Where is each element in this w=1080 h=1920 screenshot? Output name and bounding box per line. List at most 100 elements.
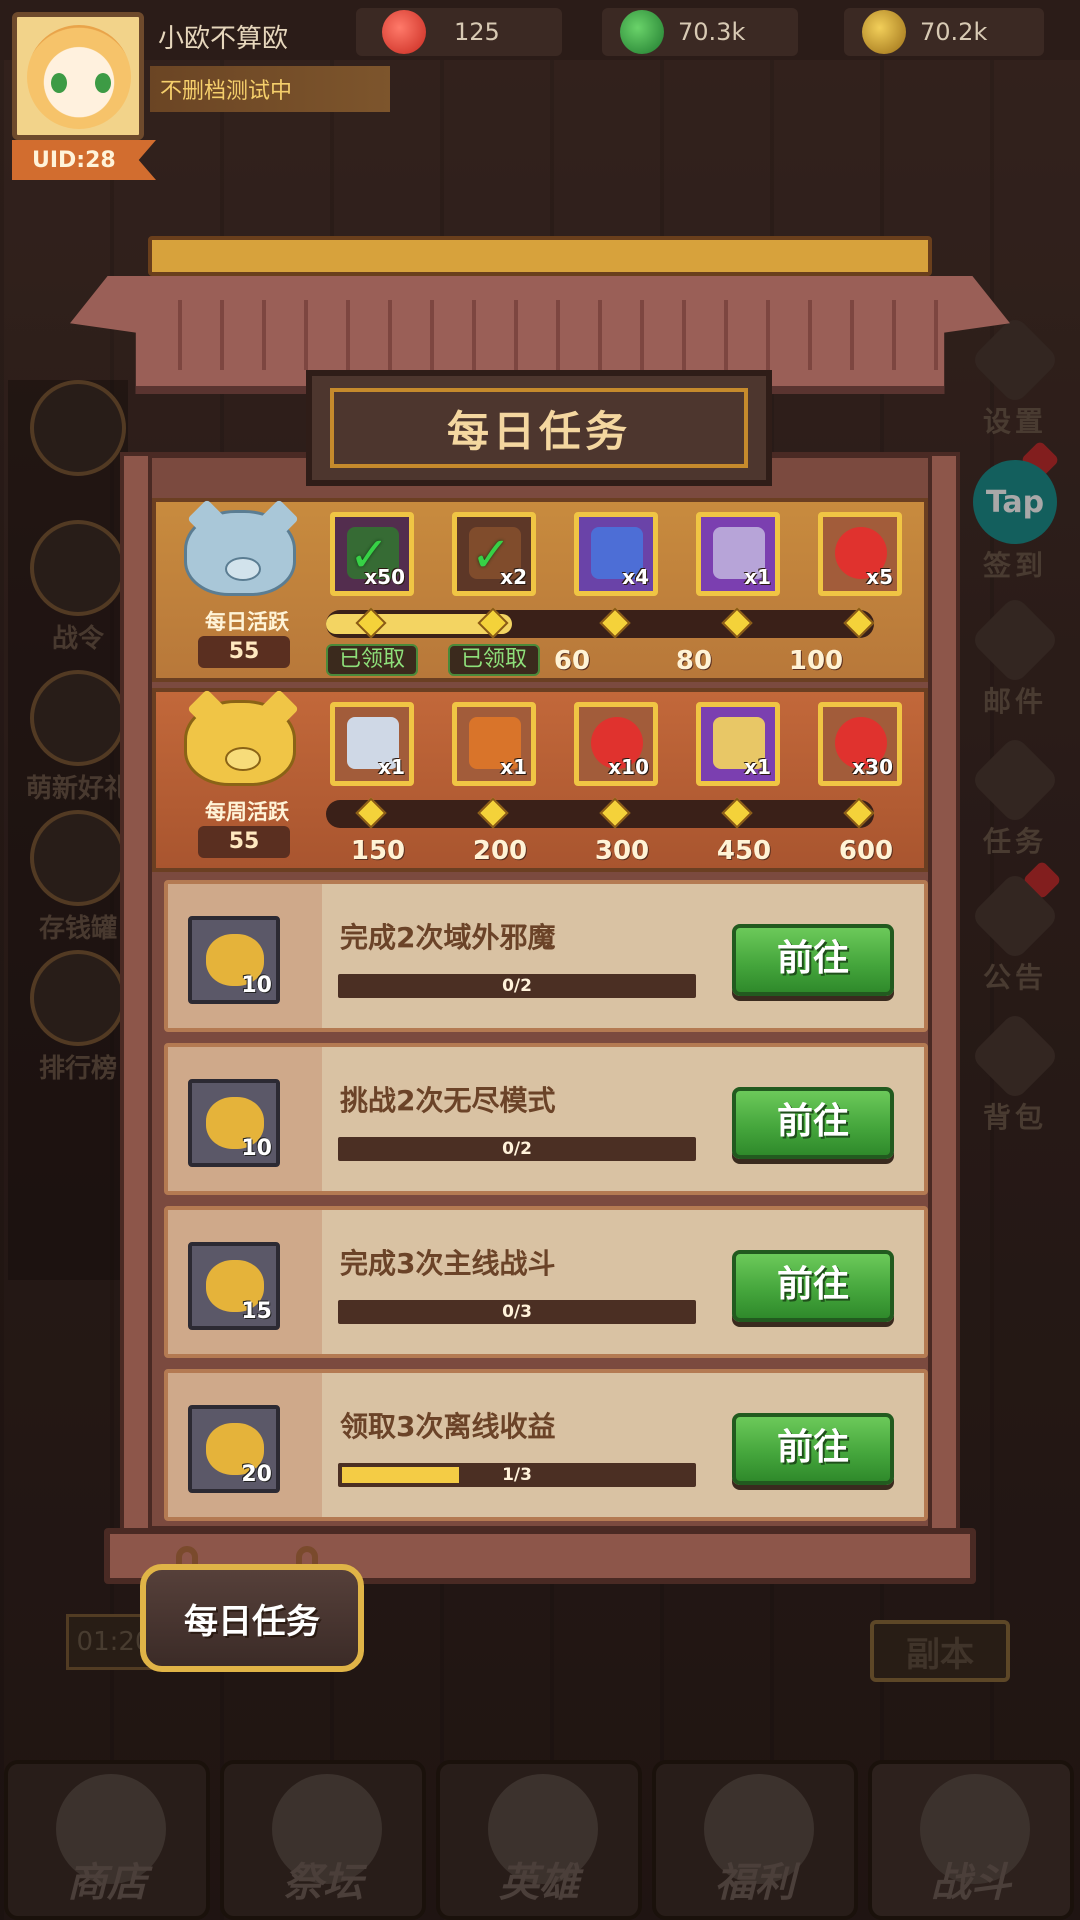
go-button[interactable]: 前往 [732, 1250, 894, 1322]
reward-count: x4 [622, 565, 649, 589]
task-row: 10 完成2次域外邪魔 0/2 前往 [164, 880, 928, 1032]
pig-snout [225, 747, 261, 771]
reward-count: x5 [866, 565, 893, 589]
daily-reward-slot[interactable]: ✓ x2 [452, 512, 536, 596]
gold-coin-icon [862, 10, 906, 54]
task-reward-slot: 10 [188, 1079, 280, 1167]
go-button[interactable]: 前往 [732, 1413, 894, 1485]
task-reward-area: 15 [168, 1210, 322, 1354]
avatar[interactable] [12, 12, 144, 140]
resource-gold-coin[interactable]: 70.2k [844, 8, 1044, 56]
milestone-diamond-icon [599, 797, 631, 829]
panel-title-board: 每日任务 [306, 370, 772, 486]
milestone-value: 300 [594, 836, 650, 866]
reward-count: x1 [500, 755, 527, 779]
task-reward-slot: 10 [188, 916, 280, 1004]
milestone-diamond-icon [599, 607, 631, 639]
task-title: 领取3次离线收益 [340, 1410, 556, 1443]
daily-task-sign-label: 每日任务 [184, 1601, 320, 1642]
avatar-portrait [27, 25, 131, 129]
daily-reward-slot[interactable]: x4 [574, 512, 658, 596]
milestone-value: 600 [838, 836, 894, 866]
weekly-progress-bar [326, 797, 875, 829]
daily-activity-value: 55 [198, 636, 290, 668]
task-reward-area: 10 [168, 1047, 322, 1191]
panel-title: 每日任务 [446, 406, 631, 456]
reward-count: x30 [852, 755, 893, 779]
milestone-diamond-icon [721, 797, 753, 829]
apple-icon [382, 10, 426, 54]
pig-ear [259, 689, 299, 729]
player-name: 小欧不算欧 [158, 24, 289, 54]
milestone-value: 150 [350, 836, 406, 866]
milestone-value: 200 [472, 836, 528, 866]
weekly-reward-slot[interactable]: x30 [818, 702, 902, 786]
weekly-reward-slot[interactable]: x1 [452, 702, 536, 786]
task-progress-bar: 0/3 [338, 1300, 696, 1324]
avatar-eye [95, 73, 111, 93]
reward-count: x50 [364, 565, 405, 589]
reward-count: x1 [378, 755, 405, 779]
milestone-value: 100 [788, 646, 844, 676]
claimed-tag: 已领取 [326, 644, 418, 676]
go-button[interactable]: 前往 [732, 1087, 894, 1159]
pig-ear [259, 499, 299, 539]
weekly-reward-slot[interactable]: x1 [330, 702, 414, 786]
task-row: 20 领取3次离线收益 1/3 前往 [164, 1369, 928, 1521]
panel-pillar-left [120, 452, 152, 1532]
task-progress-text: 0/2 [502, 1139, 532, 1159]
roof-tiles [140, 300, 940, 370]
task-row: 15 完成3次主线战斗 0/3 前往 [164, 1206, 928, 1358]
reward-count: x1 [744, 565, 771, 589]
resource-value: 125 [454, 18, 500, 46]
player-tag: 不删档测试中 [150, 66, 390, 112]
task-progress-bar: 0/2 [338, 974, 696, 998]
task-reward-slot: 20 [188, 1405, 280, 1493]
go-button[interactable]: 前往 [732, 924, 894, 996]
milestone-diamond-icon [477, 797, 509, 829]
milestone-diamond-icon [843, 607, 875, 639]
daily-reward-slot[interactable]: x1 [696, 512, 780, 596]
task-row: 10 挑战2次无尽模式 0/2 前往 [164, 1043, 928, 1195]
reward-count: x2 [500, 565, 527, 589]
uid-ribbon: UID:28 [12, 140, 156, 180]
weekly-activity-section: 每周活跃 55 x1 x1 x10 x1 x30 150 200 300 450… [152, 688, 928, 872]
task-reward-area: 20 [168, 1373, 322, 1517]
pig-ear [187, 689, 227, 729]
task-reward-count: 10 [241, 973, 272, 998]
task-title: 完成2次域外邪魔 [340, 921, 556, 954]
milestone-diamond-icon [355, 797, 387, 829]
weekly-reward-slot[interactable]: x1 [696, 702, 780, 786]
milestone-value: 60 [553, 646, 591, 676]
silver-pig-icon [184, 499, 299, 596]
daily-reward-slot[interactable]: x5 [818, 512, 902, 596]
task-progress-text: 1/3 [502, 1465, 532, 1485]
weekly-reward-slot[interactable]: x10 [574, 702, 658, 786]
panel-pillar-right [928, 452, 960, 1532]
green-gem-icon [620, 10, 664, 54]
task-progress-bar: 1/3 [338, 1463, 696, 1487]
daily-task-sign[interactable]: 每日任务 [140, 1564, 364, 1672]
task-reward-slot: 15 [188, 1242, 280, 1330]
gold-pig-icon [184, 689, 299, 786]
milestone-diamond-icon [721, 607, 753, 639]
task-progress-bar: 0/2 [338, 1137, 696, 1161]
resource-value: 70.3k [678, 18, 746, 46]
reward-count: x10 [608, 755, 649, 779]
task-reward-count: 15 [241, 1299, 272, 1324]
task-title: 完成3次主线战斗 [340, 1247, 556, 1280]
task-reward-count: 10 [241, 1136, 272, 1161]
milestone-value: 450 [716, 836, 772, 866]
weekly-activity-value: 55 [198, 826, 290, 858]
resource-green-gem[interactable]: 70.3k [602, 8, 798, 56]
milestone-diamond-icon [843, 797, 875, 829]
weekly-activity-label: 每周活跃 [205, 800, 289, 824]
resource-apple[interactable]: 125 [356, 8, 562, 56]
pig-ear [187, 499, 227, 539]
pig-snout [225, 557, 261, 581]
reward-count: x1 [744, 755, 771, 779]
daily-progress-bar [326, 607, 875, 639]
milestone-value: 80 [675, 646, 713, 676]
daily-activity-label: 每日活跃 [205, 610, 289, 634]
daily-reward-slot[interactable]: ✓ x50 [330, 512, 414, 596]
